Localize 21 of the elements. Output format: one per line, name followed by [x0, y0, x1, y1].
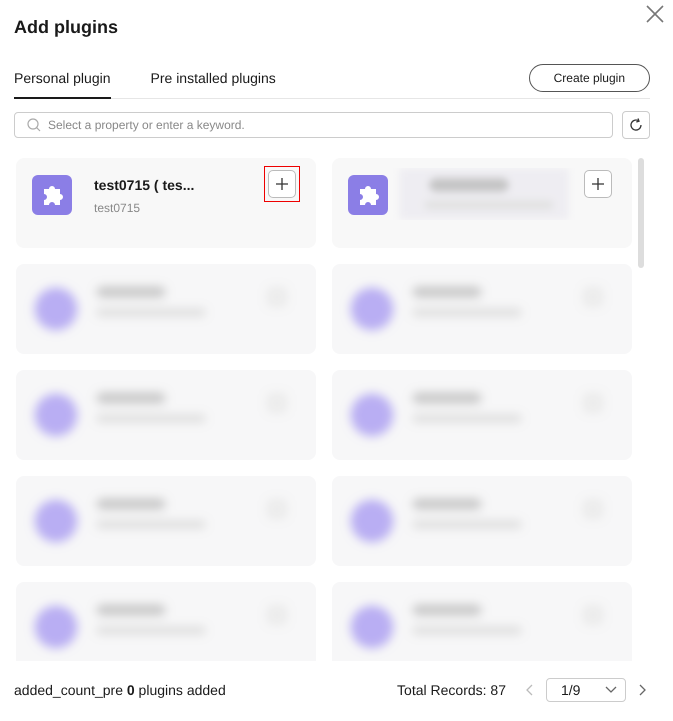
refresh-button[interactable]	[622, 111, 650, 139]
total-records: Total Records: 87	[397, 682, 506, 698]
plus-icon	[592, 178, 604, 190]
plus-icon	[276, 178, 288, 190]
chevron-down-icon	[605, 686, 617, 694]
tab[interactable]: Personal plugin	[14, 58, 111, 98]
page-select[interactable]: 1/9	[546, 678, 626, 702]
plugin-description: test0715	[94, 201, 142, 215]
add-button[interactable]	[268, 170, 296, 198]
add-button[interactable]	[584, 170, 612, 198]
puzzle-icon	[32, 175, 72, 215]
puzzle-icon	[348, 175, 388, 215]
plugin-card[interactable]: test0715 ( tes... test0715	[16, 158, 316, 248]
plugin-name: test0715 ( tes...	[94, 177, 196, 193]
added-count-text: added_count_pre 0 plugins added	[14, 682, 226, 698]
create-plugin-button[interactable]: Create plugin	[528, 64, 650, 92]
close-icon[interactable]	[645, 4, 665, 24]
search-field[interactable]: Select a property or enter a keyword.	[14, 112, 613, 138]
refresh-icon	[628, 117, 644, 133]
dialog-title: Add plugins	[14, 17, 118, 38]
tab[interactable]: Pre installed plugins	[150, 58, 276, 98]
